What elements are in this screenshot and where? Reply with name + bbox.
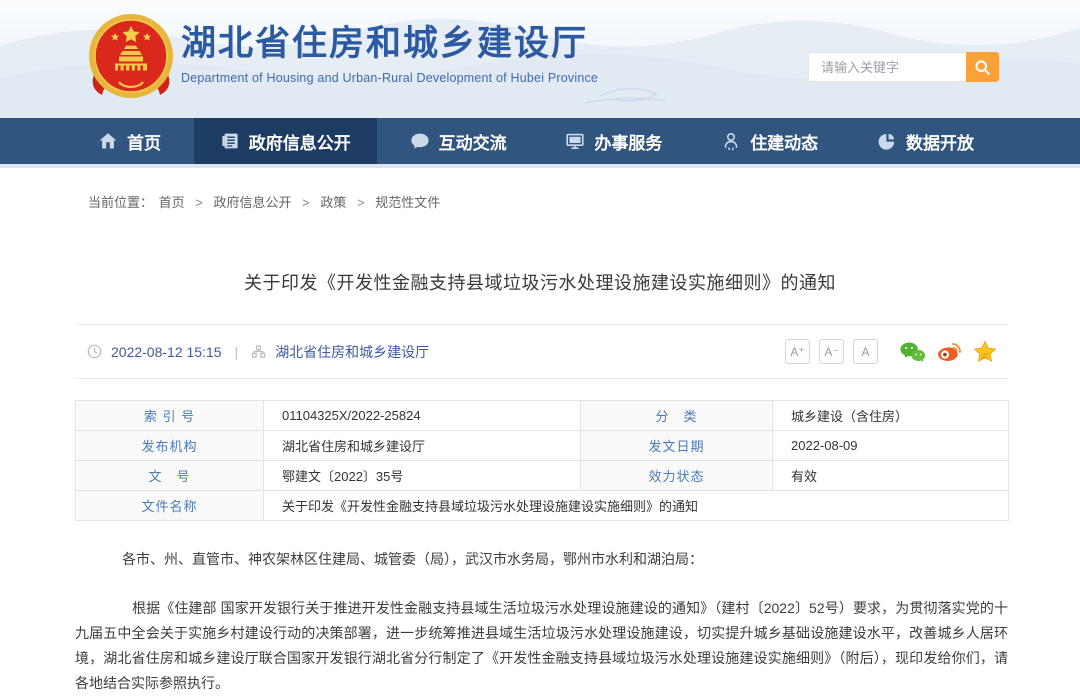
monitor-icon [565,131,585,151]
search-button[interactable] [966,52,999,82]
doc-label-doc-title: 文件名称 [76,491,264,521]
breadcrumb-link-home[interactable]: 首页 [159,195,185,210]
doc-label-issue-date: 发文日期 [581,431,773,461]
doc-label-validity: 效力状态 [581,461,773,491]
doc-value-doc-title: 关于印发《开发性金融支持县域垃圾污水处理设施建设实施细则》的通知 [264,491,1009,521]
table-row: 文件名称 关于印发《开发性金融支持县域垃圾污水处理设施建设实施细则》的通知 [76,491,1009,521]
doc-value-category: 城乡建设（含住房） [773,401,1009,431]
page-title: 关于印发《开发性金融支持县域垃圾污水处理设施建设实施细则》的通知 [40,269,1040,295]
wechat-icon [899,340,926,364]
site-header: 湖北省住房和城乡建设厅 Department of Housing and Ur… [0,0,1080,118]
nav-item-news[interactable]: 住建动态 [695,118,844,164]
organization-icon [251,344,266,359]
nav-label: 住建动态 [750,129,818,154]
doc-value-issuing-agency: 湖北省住房和城乡建设厅 [264,431,581,461]
meta-divider: | [235,344,239,360]
nav-label: 政府信息公开 [249,129,351,154]
search-icon [974,59,991,76]
article-source: 湖北省住房和城乡建设厅 [275,342,429,362]
pie-chart-icon [877,131,897,151]
clock-icon [87,344,102,359]
main-nav: 首页 政府信息公开 互动交流 办事服务 住建动态 [0,118,1080,168]
wechat-share-button[interactable] [899,338,926,365]
weibo-share-button[interactable] [935,338,962,365]
nav-label: 办事服务 [594,129,662,154]
table-row: 文 号 鄂建文〔2022〕35号 效力状态 有效 [76,461,1009,491]
doc-value-issue-date: 2022-08-09 [773,431,1009,461]
font-size-decrease-button[interactable]: A⁻ [819,339,844,364]
nav-item-gov-info[interactable]: 政府信息公开 [194,118,377,164]
breadcrumb-prefix: 当前位置： [88,195,153,210]
font-size-reset-button[interactable]: A [853,339,878,364]
font-size-increase-button[interactable]: A⁺ [785,339,810,364]
breadcrumb-separator: > [357,195,365,210]
table-row: 索 引 号 01104325X/2022-25824 分 类 城乡建设（含住房） [76,401,1009,431]
breadcrumb-link-normative-docs[interactable]: 规范性文件 [375,195,440,210]
doc-value-validity: 有效 [773,461,1009,491]
doc-value-index-number: 01104325X/2022-25824 [264,401,581,431]
doc-label-category: 分 类 [581,401,773,431]
breadcrumb: 当前位置： 首页 > 政府信息公开 > 政策 > 规范性文件 [88,192,1080,211]
article-meta-bar: 2022-08-12 15:15 | 湖北省住房和城乡建设厅 A⁺ A⁻ A [75,324,1008,379]
breadcrumb-separator: > [195,195,203,210]
breadcrumb-link-gov-info[interactable]: 政府信息公开 [214,195,292,210]
national-emblem-logo [85,12,177,107]
nav-label: 首页 [127,129,161,154]
body-paragraph: 根据《住建部 国家开发银行关于推进开发性金融支持县域生活垃圾污水处理设施建设的通… [75,596,1008,696]
home-icon [98,131,118,151]
nav-item-services[interactable]: 办事服务 [539,118,688,164]
doc-label-index-number: 索 引 号 [76,401,264,431]
article-body: 各市、州、直管市、神农架林区住建局、城管委（局），武汉市水务局，鄂州市水利和湖泊… [75,547,1008,696]
nav-label: 互动交流 [439,129,507,154]
chat-bubble-icon [410,131,430,151]
table-row: 发布机构 湖北省住房和城乡建设厅 发文日期 2022-08-09 [76,431,1009,461]
nav-item-home[interactable]: 首页 [72,118,187,164]
breadcrumb-link-policy[interactable]: 政策 [320,195,346,210]
doc-label-doc-number: 文 号 [76,461,264,491]
doc-label-issuing-agency: 发布机构 [76,431,264,461]
site-title: 湖北省住房和城乡建设厅 [181,24,598,64]
weibo-icon [935,338,962,365]
nav-item-data[interactable]: 数据开放 [851,118,1000,164]
person-badge-icon [721,131,741,151]
nav-label: 数据开放 [906,129,974,154]
document-icon [220,131,240,151]
qzone-star-icon [972,339,998,365]
search-input[interactable] [808,52,966,82]
nav-item-interaction[interactable]: 互动交流 [384,118,533,164]
site-subtitle: Department of Housing and Urban-Rural De… [181,71,598,85]
favorite-share-button[interactable] [971,338,998,365]
salutation-line: 各市、州、直管市、神农架林区住建局、城管委（局），武汉市水务局，鄂州市水利和湖泊… [75,547,1008,572]
search-box [808,52,999,82]
breadcrumb-separator: > [302,195,310,210]
doc-value-doc-number: 鄂建文〔2022〕35号 [264,461,581,491]
document-info-table: 索 引 号 01104325X/2022-25824 分 类 城乡建设（含住房）… [75,400,1009,521]
publish-time: 2022-08-12 15:15 [111,344,222,360]
